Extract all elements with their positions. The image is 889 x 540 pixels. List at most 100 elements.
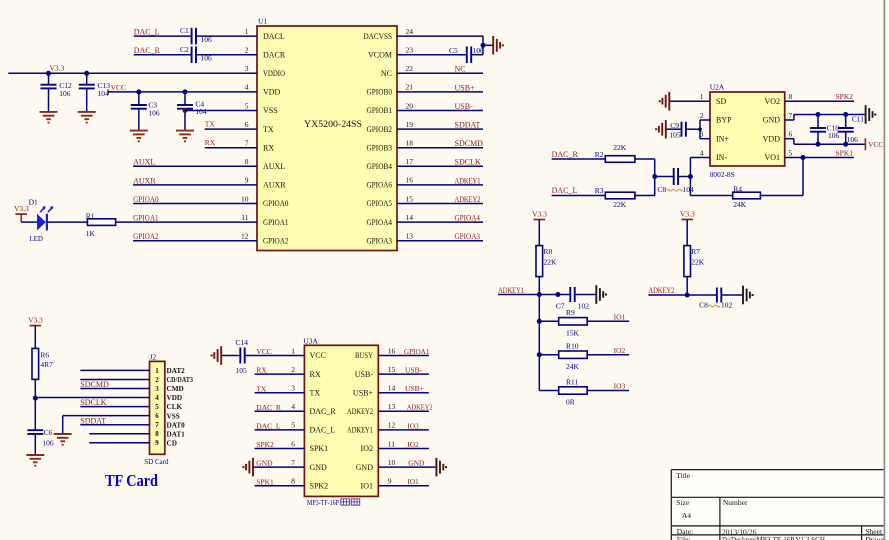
svg-text:ADKEY2: ADKEY2 xyxy=(347,407,373,416)
svg-text:14: 14 xyxy=(406,213,414,222)
svg-text:GPIOB0: GPIOB0 xyxy=(367,88,393,97)
svg-text:VCC: VCC xyxy=(256,347,271,356)
svg-text:106: 106 xyxy=(847,135,859,144)
svg-text:VCC: VCC xyxy=(868,140,883,149)
svg-text:8: 8 xyxy=(789,92,793,101)
svg-text:C8: C8 xyxy=(699,300,708,309)
svg-text:V3.3: V3.3 xyxy=(50,64,65,73)
svg-text:106: 106 xyxy=(148,109,160,118)
svg-text:17: 17 xyxy=(406,157,414,166)
svg-text:SD Card: SD Card xyxy=(144,458,169,466)
svg-text:GND: GND xyxy=(408,459,425,468)
svg-text:GPIOA2: GPIOA2 xyxy=(263,236,289,245)
svg-text:4: 4 xyxy=(245,83,249,92)
svg-text:USB-: USB- xyxy=(455,102,474,111)
svg-text:22K: 22K xyxy=(613,200,627,209)
svg-text:DAC_L: DAC_L xyxy=(256,422,281,431)
svg-text:R6: R6 xyxy=(40,350,49,359)
svg-text:SPK1: SPK1 xyxy=(256,477,274,486)
svg-text:2013/10/26: 2013/10/26 xyxy=(722,527,757,536)
svg-text:106: 106 xyxy=(201,35,213,44)
svg-text:DAT0: DAT0 xyxy=(167,421,186,429)
svg-text:CD: CD xyxy=(167,439,177,447)
svg-text:8: 8 xyxy=(245,157,249,166)
svg-text:15: 15 xyxy=(406,194,414,203)
svg-text:BUSY: BUSY xyxy=(355,351,373,360)
svg-text:SDDAT: SDDAT xyxy=(80,416,106,425)
svg-text:USB+: USB+ xyxy=(353,388,374,397)
svg-text:SD: SD xyxy=(716,97,726,106)
svg-text:R10: R10 xyxy=(566,342,579,351)
svg-text:GPIOA6: GPIOA6 xyxy=(367,181,393,190)
svg-text:C5: C5 xyxy=(449,46,458,55)
svg-text:ADKEY2: ADKEY2 xyxy=(407,403,433,412)
svg-text:GPIOB2: GPIOB2 xyxy=(367,125,393,134)
svg-text:VO1: VO1 xyxy=(764,153,780,162)
svg-text:15K: 15K xyxy=(566,329,580,338)
svg-text:105: 105 xyxy=(669,131,681,140)
svg-text:10: 10 xyxy=(241,194,249,203)
svg-text:8: 8 xyxy=(155,430,159,438)
svg-text:J2: J2 xyxy=(150,353,157,362)
svg-text:5: 5 xyxy=(291,421,295,430)
svg-text:DAC_R: DAC_R xyxy=(310,407,337,416)
svg-text:IO1: IO1 xyxy=(614,313,626,322)
svg-text:R9: R9 xyxy=(566,308,575,317)
svg-text:C6: C6 xyxy=(44,428,53,437)
svg-text:GPIOA4: GPIOA4 xyxy=(455,214,481,223)
svg-text:U3A: U3A xyxy=(303,337,318,346)
svg-text:12: 12 xyxy=(388,421,396,430)
svg-text:SDDAT: SDDAT xyxy=(455,121,481,130)
svg-text:106: 106 xyxy=(201,53,213,62)
svg-text:105: 105 xyxy=(236,366,248,375)
svg-text:DAT2: DAT2 xyxy=(167,367,186,375)
svg-text:C11: C11 xyxy=(852,115,864,124)
svg-text:R2: R2 xyxy=(595,150,604,159)
svg-text:GPIOA1: GPIOA1 xyxy=(263,218,289,227)
svg-text:DACR: DACR xyxy=(263,50,286,59)
svg-text:12: 12 xyxy=(241,232,249,241)
svg-text:U2A: U2A xyxy=(710,83,725,92)
svg-text:GPIOA4: GPIOA4 xyxy=(367,218,393,227)
svg-text:21: 21 xyxy=(406,83,414,92)
svg-text:DACVSS: DACVSS xyxy=(364,32,393,41)
svg-text:8002-8S: 8002-8S xyxy=(710,170,735,179)
svg-text:AUXR: AUXR xyxy=(263,181,286,190)
svg-text:2: 2 xyxy=(155,376,159,384)
svg-text:24K: 24K xyxy=(733,200,747,209)
svg-text:16: 16 xyxy=(406,176,414,185)
svg-text:TX: TX xyxy=(263,125,274,134)
svg-text:A4: A4 xyxy=(682,511,691,520)
svg-text:GPIOA0: GPIOA0 xyxy=(263,199,289,208)
svg-text:6: 6 xyxy=(789,130,793,139)
svg-text:3: 3 xyxy=(245,64,249,73)
svg-text:USB-: USB- xyxy=(405,366,423,375)
svg-text:ADKEY1: ADKEY1 xyxy=(455,176,481,185)
svg-text:16: 16 xyxy=(388,346,396,355)
svg-text:DAT1: DAT1 xyxy=(167,430,186,438)
svg-text:AUXL: AUXL xyxy=(133,158,155,167)
svg-text:Drawn: Drawn xyxy=(865,535,886,540)
svg-text:VCC: VCC xyxy=(111,83,126,92)
svg-text:22K: 22K xyxy=(613,143,627,152)
svg-text:ADKEY1: ADKEY1 xyxy=(498,286,524,295)
svg-text:SPK1: SPK1 xyxy=(836,148,854,157)
svg-text:BYP: BYP xyxy=(716,116,732,125)
svg-text:V3.3: V3.3 xyxy=(14,204,29,213)
svg-text:2: 2 xyxy=(700,111,704,120)
svg-text:R4: R4 xyxy=(733,184,742,193)
svg-text:ADKEY1: ADKEY1 xyxy=(347,426,373,435)
svg-text:D1: D1 xyxy=(29,198,38,207)
svg-text:C9: C9 xyxy=(670,121,679,130)
svg-text:1: 1 xyxy=(700,92,704,101)
svg-text:C1: C1 xyxy=(180,26,189,35)
svg-text:SPK1: SPK1 xyxy=(310,444,329,453)
svg-text:IO1: IO1 xyxy=(361,481,373,490)
svg-text:U1: U1 xyxy=(258,17,267,26)
svg-text:Size: Size xyxy=(676,498,690,507)
svg-text:C2: C2 xyxy=(180,45,189,54)
svg-text:GND: GND xyxy=(256,459,273,468)
svg-text:24: 24 xyxy=(406,27,414,36)
svg-text:USB-: USB- xyxy=(355,370,374,379)
svg-text:13: 13 xyxy=(388,402,396,411)
